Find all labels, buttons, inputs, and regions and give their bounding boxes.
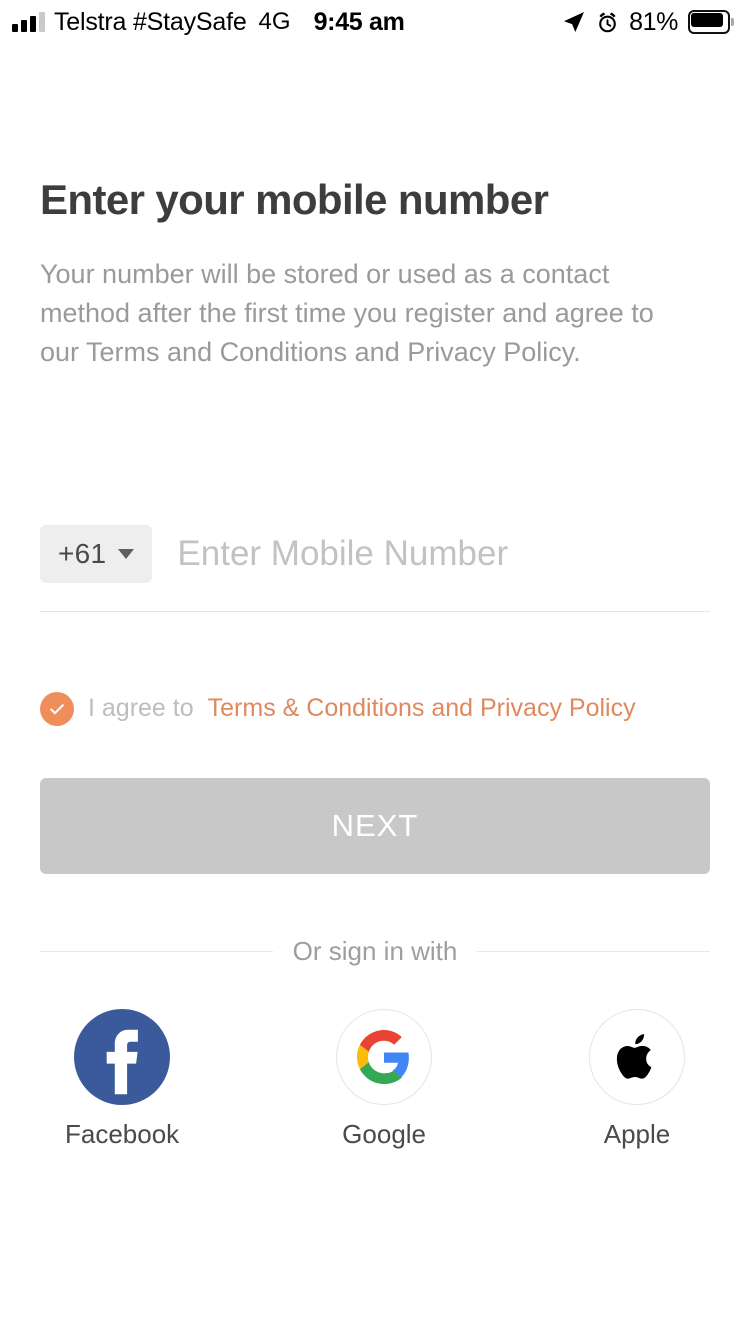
battery-percent: 81% [629,7,678,36]
social-login-google[interactable]: Google [336,1008,433,1150]
social-divider: Or sign in with [40,935,711,967]
apple-icon [589,1008,685,1105]
agree-checkbox[interactable] [40,691,74,726]
social-label-apple: Apple [603,1118,671,1149]
divider-line-left [40,950,273,952]
carrier-name: Telstra #StaySafe [54,7,247,36]
social-label-google: Google [342,1118,427,1149]
status-bar-left: Telstra #StaySafe 4G 9:45 am [12,8,405,37]
social-login-row: Facebook Google Apple [40,1008,710,1150]
facebook-icon [74,1008,171,1105]
social-login-facebook[interactable]: Facebook [65,1008,180,1150]
alarm-clock-icon [596,11,619,34]
social-login-apple[interactable]: Apple [589,1008,685,1150]
terms-agreement-row[interactable]: I agree to Terms & Conditions and Privac… [40,691,710,726]
status-bar-right: 81% [562,8,734,37]
terms-and-privacy-link[interactable]: Terms & Conditions and Privacy Policy [208,694,636,723]
main-content: Enter your mobile number Your number wil… [0,176,750,1150]
status-bar-clock: 9:45 am [313,7,405,36]
battery-icon [688,10,734,34]
check-icon [50,703,64,714]
location-arrow-icon [562,10,586,34]
phone-number-row: +61 [40,524,710,612]
mobile-number-input[interactable] [177,533,710,574]
signal-bars-icon [12,12,45,32]
social-label-facebook: Facebook [65,1118,180,1149]
page-subtitle: Your number will be stored or used as a … [40,259,654,368]
divider-line-right [477,950,711,952]
status-bar: Telstra #StaySafe 4G 9:45 am 81% [0,0,750,44]
google-icon [336,1008,433,1105]
next-button[interactable]: NEXT [40,777,710,874]
country-code-label: +61 [58,537,107,569]
divider-label: Or sign in with [292,935,458,966]
page-title: Enter your mobile number [40,176,549,223]
chevron-down-icon [118,548,135,559]
network-type: 4G [258,8,291,35]
agree-prefix-label: I agree to [88,694,194,723]
country-code-selector[interactable]: +61 [40,524,153,583]
